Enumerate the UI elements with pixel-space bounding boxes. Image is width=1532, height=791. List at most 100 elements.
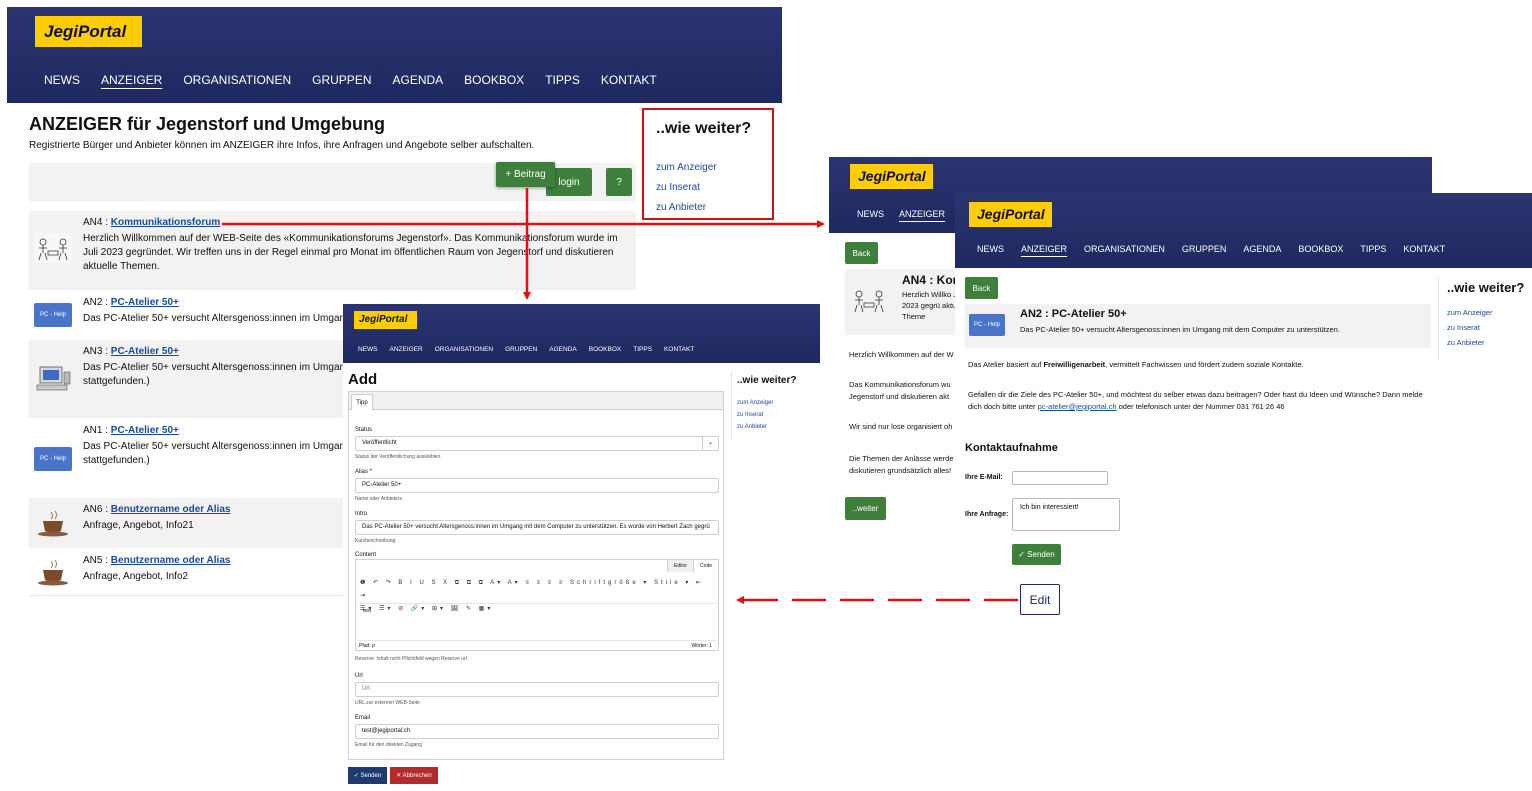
entry-id: AN5 : bbox=[83, 555, 111, 566]
sidebar-link-anzeiger[interactable]: zum Anzeiger bbox=[737, 397, 773, 409]
sidebar-title: ..wie weiter? bbox=[1447, 280, 1525, 295]
nav-agenda[interactable]: AGENDA bbox=[1243, 244, 1281, 254]
nav-gruppen[interactable]: GRUPPEN bbox=[1182, 244, 1227, 254]
entry-link[interactable]: Benutzername oder Alias bbox=[111, 555, 231, 566]
sidebar-link-anbieter[interactable]: zu Anbieter bbox=[737, 421, 773, 433]
pc-help-icon: PC - Help bbox=[34, 303, 72, 327]
nav-tipps[interactable]: TIPPS bbox=[1360, 244, 1386, 254]
detail-paragraph: Das Kommunikationsforum wu Jegenstorf un… bbox=[849, 380, 951, 401]
email-label: Email bbox=[355, 715, 371, 721]
submit-button[interactable]: ✓ Senden bbox=[348, 767, 387, 784]
alias-input[interactable]: PC-Atelier 50+ bbox=[355, 478, 719, 493]
nav-gruppen[interactable]: GRUPPEN bbox=[505, 346, 537, 353]
continue-button[interactable]: ..weiter bbox=[845, 497, 886, 520]
sidebar-link-anbieter[interactable]: zu Anbieter bbox=[656, 198, 717, 218]
sidebar-link-inserat[interactable]: zu Inserat bbox=[1447, 320, 1492, 335]
nav-anzeiger[interactable]: ANZEIGER bbox=[1021, 244, 1067, 254]
detail-paragraph: Gefallen dir die Ziele des PC-Atelier 50… bbox=[968, 389, 1438, 413]
nav-kontakt[interactable]: KONTAKT bbox=[601, 73, 657, 87]
content-help: Reserve: Inhalt nicht Pflichtfeld wegen … bbox=[355, 656, 467, 662]
para-bold: Freiwilligenarbeit bbox=[1043, 360, 1106, 369]
detail-nav: NEWS ANZEIGER bbox=[857, 209, 945, 219]
editor-content[interactable]: test bbox=[359, 603, 716, 641]
entry-link[interactable]: PC-Atelier 50+ bbox=[111, 346, 179, 357]
sidebar-link-anzeiger[interactable]: zum Anzeiger bbox=[656, 158, 717, 178]
editor-tabs: Editor Code bbox=[666, 560, 718, 572]
alias-label: Alias * bbox=[355, 469, 373, 475]
pc-help-icon: PC - Help bbox=[34, 447, 72, 471]
main-nav: NEWS ANZEIGER ORGANISATIONEN GRUPPEN AGE… bbox=[44, 73, 657, 87]
nav-bookbox[interactable]: BOOKBOX bbox=[464, 73, 524, 87]
tab-editor[interactable]: Editor bbox=[666, 560, 694, 572]
sidebar-link-inserat[interactable]: zu Inserat bbox=[737, 409, 773, 421]
entry-link[interactable]: Benutzername oder Alias bbox=[111, 504, 231, 515]
nav-anzeiger[interactable]: ANZEIGER bbox=[390, 346, 423, 353]
sidebar-link-anbieter[interactable]: zu Anbieter bbox=[1447, 335, 1492, 350]
discussion-sketch-icon bbox=[854, 290, 884, 313]
nav-news[interactable]: NEWS bbox=[857, 209, 884, 219]
toolbar-row[interactable]: ❶ ↶ ↷ B I U S X ⧉ ⧉ ⧉ A▾ A▾ ≡ ≡ ≡ ≡ Schr… bbox=[360, 577, 710, 603]
entry-id: AN3 : bbox=[83, 346, 111, 357]
detail-nav: NEWS ANZEIGER ORGANISATIONEN GRUPPEN AGE… bbox=[977, 244, 1445, 254]
email-field[interactable] bbox=[1012, 471, 1108, 485]
edit-annotation[interactable]: Edit bbox=[1020, 584, 1060, 615]
email-link[interactable]: pc-atelier@jegiportal.ch bbox=[1038, 402, 1117, 411]
brand-logo[interactable]: JegiPortal bbox=[35, 16, 142, 47]
nav-news[interactable]: NEWS bbox=[977, 244, 1004, 254]
entry-link[interactable]: Kommunikationsforum bbox=[111, 217, 220, 228]
entry-link[interactable]: PC-Atelier 50+ bbox=[111, 425, 179, 436]
nav-kontakt[interactable]: KONTAKT bbox=[1403, 244, 1445, 254]
content-editor[interactable]: Editor Code ❶ ↶ ↷ B I U S X ⧉ ⧉ ⧉ A▾ A▾ … bbox=[355, 559, 719, 651]
entry-id: AN4 : bbox=[83, 217, 111, 228]
brand-logo[interactable]: JegiPortal bbox=[969, 202, 1052, 227]
intro-input[interactable]: Das PC-Atelier 50+ versucht Altersgenoss… bbox=[355, 520, 719, 535]
status-value: Veröffentlicht bbox=[362, 440, 397, 446]
nav-bookbox[interactable]: BOOKBOX bbox=[1298, 244, 1343, 254]
nav-tipps[interactable]: TIPPS bbox=[633, 346, 652, 353]
nav-organisationen[interactable]: ORGANISATIONEN bbox=[435, 346, 493, 353]
nav-organisationen[interactable]: ORGANISATIONEN bbox=[1084, 244, 1165, 254]
nav-bookbox[interactable]: BOOKBOX bbox=[589, 346, 622, 353]
status-select[interactable]: Veröffentlicht ⌄ bbox=[355, 436, 719, 451]
status-help: Status der Veröffentlichung auswählen. bbox=[355, 454, 442, 460]
nav-tipps[interactable]: TIPPS bbox=[545, 73, 580, 87]
send-button[interactable]: ✓ Senden bbox=[1012, 544, 1061, 565]
brand-logo[interactable]: JegiPortal bbox=[354, 311, 417, 329]
entry-head: AN1 : PC-Atelier 50+ bbox=[83, 425, 179, 436]
detail-paragraph: Die Themen der Anlässe werde diskutieren… bbox=[849, 454, 954, 475]
nav-anzeiger[interactable]: ANZEIGER bbox=[101, 73, 162, 87]
email-label: Ihre E-Mail: bbox=[965, 474, 1003, 481]
brand-logo[interactable]: JegiPortal bbox=[850, 164, 933, 189]
nav-kontakt[interactable]: KONTAKT bbox=[664, 346, 694, 353]
nav-news[interactable]: NEWS bbox=[358, 346, 378, 353]
url-input[interactable]: Url bbox=[355, 682, 719, 697]
nav-gruppen[interactable]: GRUPPEN bbox=[312, 73, 371, 87]
discussion-sketch-icon bbox=[34, 233, 72, 263]
request-label: Ihre Anfrage: bbox=[965, 511, 1009, 518]
para-text: , vermittelt Fachwissen und fördert zude… bbox=[1105, 360, 1304, 369]
back-button[interactable]: Back bbox=[845, 242, 878, 264]
tab-tipp[interactable]: Tipp bbox=[351, 394, 373, 410]
nav-organisationen[interactable]: ORGANISATIONEN bbox=[183, 73, 291, 87]
cancel-button[interactable]: ✕ Abbrechen bbox=[390, 767, 438, 784]
add-post-button[interactable]: + Beitrag bbox=[496, 162, 555, 187]
email-input[interactable]: test@jegiportal.ch bbox=[355, 724, 719, 739]
entry-link[interactable]: PC-Atelier 50+ bbox=[111, 297, 179, 308]
nav-agenda[interactable]: AGENDA bbox=[392, 73, 443, 87]
entry-text: Herzlich Willkommen auf der WEB-Seite de… bbox=[83, 233, 618, 272]
tab-code[interactable]: Code bbox=[693, 560, 718, 572]
entry-head: AN2 : PC-Atelier 50+ bbox=[83, 297, 179, 308]
nav-anzeiger[interactable]: ANZEIGER bbox=[899, 209, 945, 219]
detail-title: AN2 : PC-Atelier 50+ bbox=[1020, 308, 1127, 320]
sidebar-link-inserat[interactable]: zu Inserat bbox=[656, 178, 717, 198]
request-textarea[interactable]: Ich bin interessiert! bbox=[1012, 498, 1120, 531]
entry-id: AN1 : bbox=[83, 425, 111, 436]
help-button[interactable]: ? bbox=[606, 168, 632, 196]
detail-entry: AN4 : Kom Herzlich Willko Juli 2023 gegr… bbox=[845, 269, 968, 335]
intro-help: Kurzbeschreibung bbox=[355, 538, 396, 544]
detail-desc: Das PC-Atelier 50+ versucht Altersgenoss… bbox=[1020, 325, 1340, 334]
nav-agenda[interactable]: AGENDA bbox=[549, 346, 576, 353]
nav-news[interactable]: NEWS bbox=[44, 73, 80, 87]
sidebar-link-anzeiger[interactable]: zum Anzeiger bbox=[1447, 305, 1492, 320]
back-button[interactable]: Back bbox=[965, 277, 998, 299]
